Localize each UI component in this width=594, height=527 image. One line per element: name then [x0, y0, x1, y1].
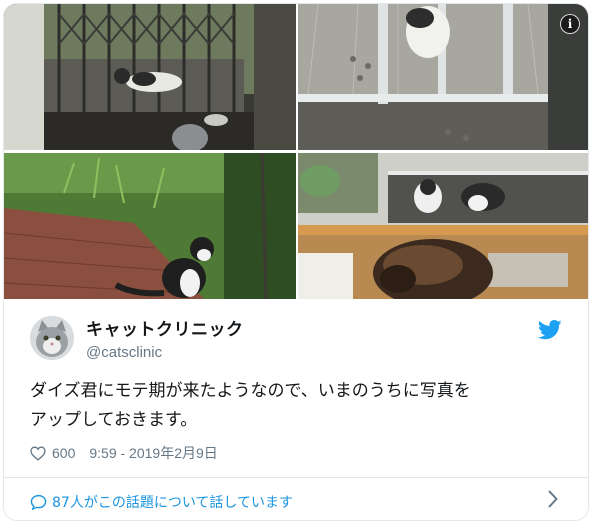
photo-grid: i	[4, 4, 588, 299]
photo-2[interactable]: i	[298, 4, 588, 150]
like-count[interactable]: 600	[52, 445, 75, 461]
photo-1[interactable]	[4, 4, 296, 150]
conversation-link[interactable]: 87人がこの話題について話しています	[30, 492, 293, 512]
tweet-meta: 600 9:59 - 2019年2月9日	[30, 443, 218, 463]
user-handle[interactable]: @catsclinic	[86, 344, 244, 361]
heart-icon[interactable]	[30, 445, 46, 461]
tweet-card[interactable]: i キャットクリニック @catsclinic ダイズ君にモテ期が来たようなので…	[3, 3, 589, 521]
tweet-author[interactable]: キャットクリニック @catsclinic	[30, 315, 244, 361]
info-icon[interactable]: i	[560, 14, 580, 34]
photo-3[interactable]	[4, 153, 296, 299]
twitter-bird-icon[interactable]	[538, 320, 562, 340]
tweet-timestamp[interactable]: 9:59 - 2019年2月9日	[89, 443, 217, 463]
speech-bubble-icon	[30, 494, 47, 510]
tweet-text: ダイズ君にモテ期が来たようなので、いまのうちに写真を アップしておきます。	[30, 381, 471, 430]
divider	[4, 477, 588, 478]
conversation-link-label[interactable]: 87人がこの話題について話しています	[52, 492, 293, 512]
chevron-right-icon[interactable]	[548, 490, 558, 508]
photo-4[interactable]	[298, 153, 588, 299]
display-name[interactable]: キャットクリニック	[86, 315, 244, 340]
avatar[interactable]	[30, 316, 74, 360]
